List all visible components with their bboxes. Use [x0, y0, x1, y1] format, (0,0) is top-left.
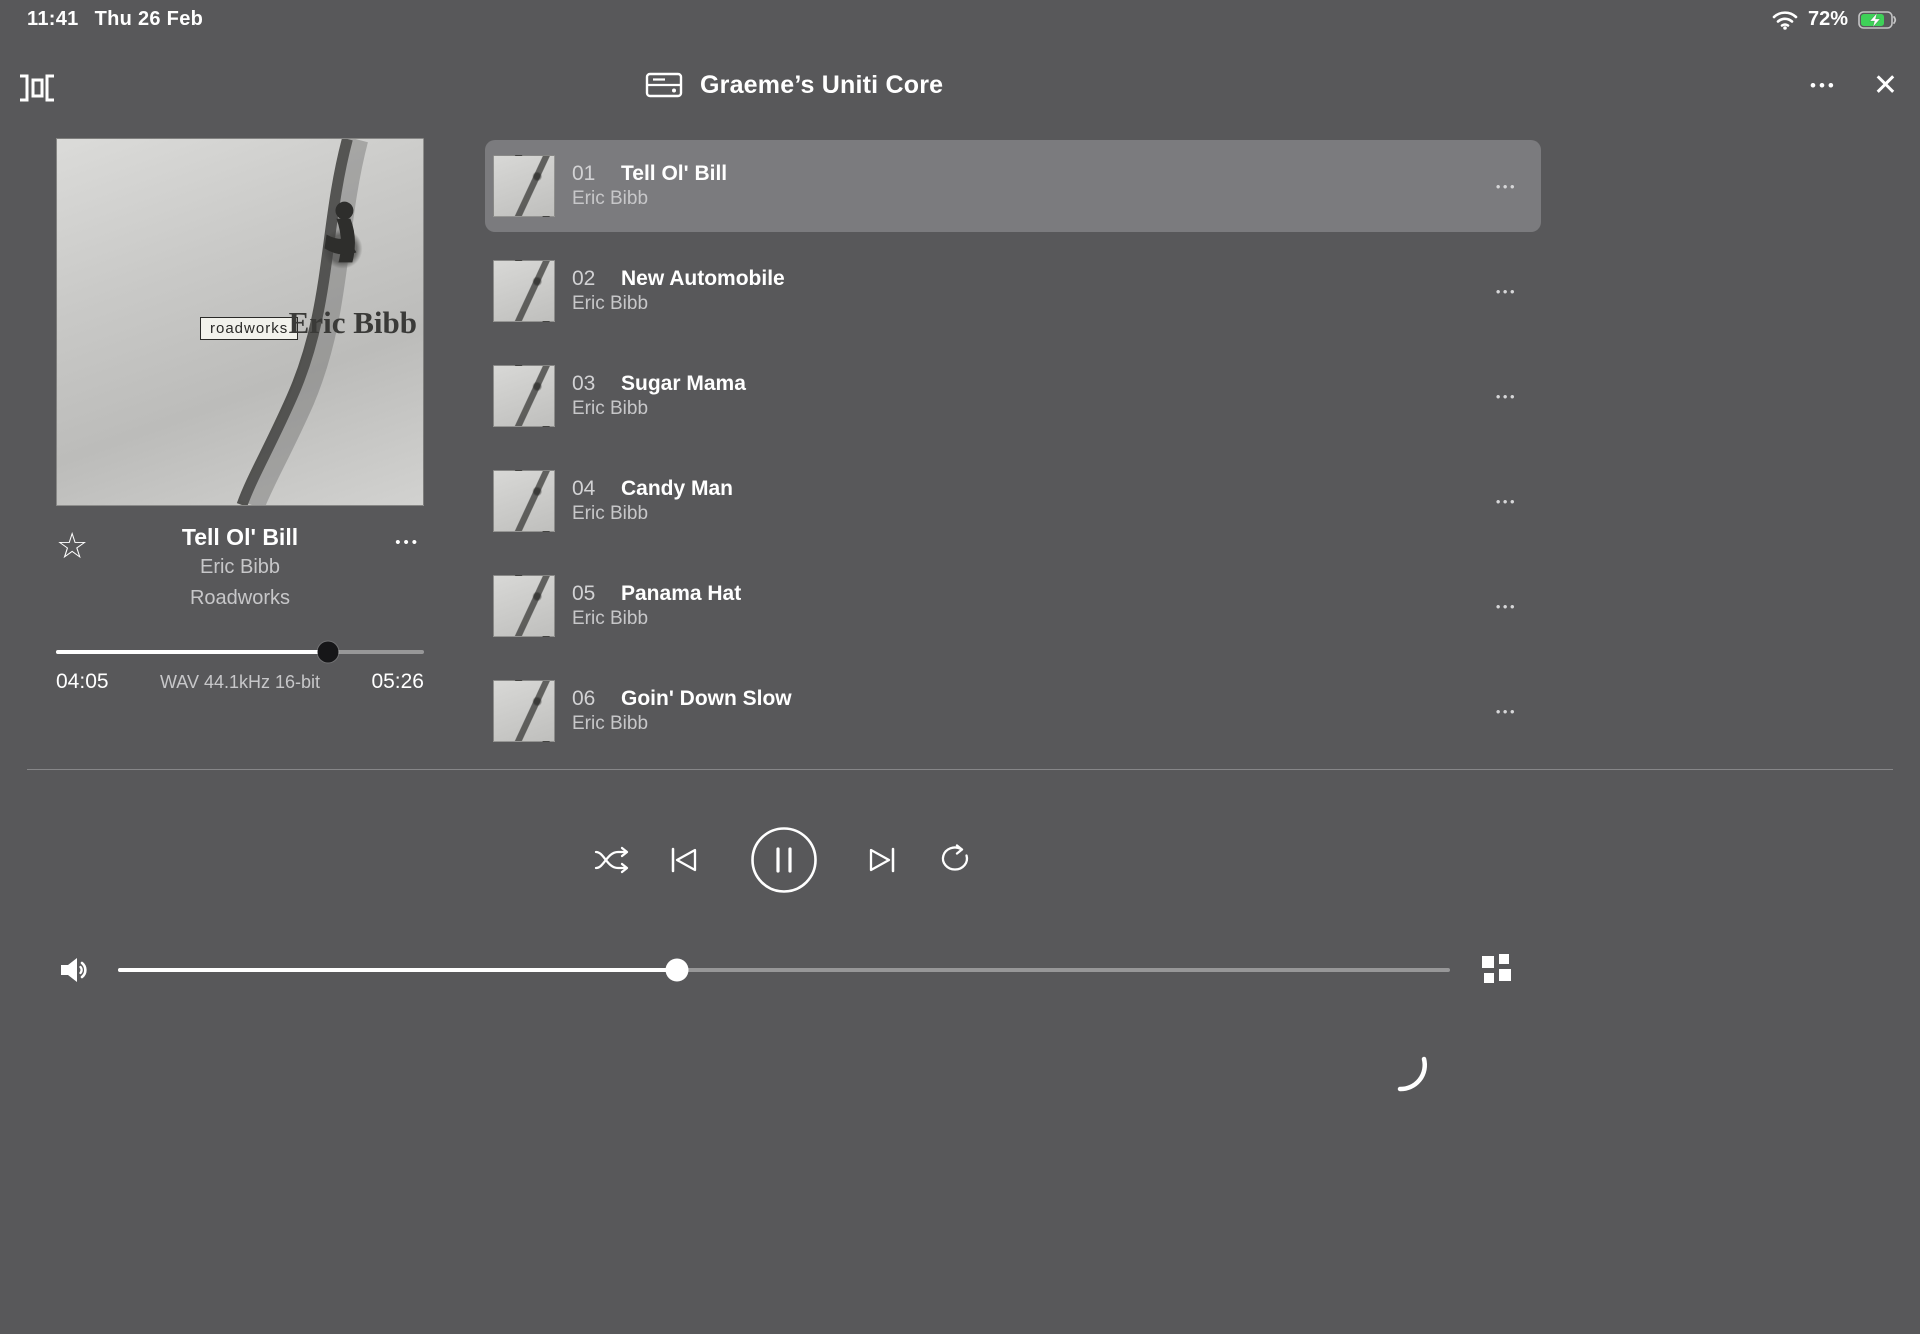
track-text: 01 Tell Ol' Bill Eric Bibb	[572, 162, 727, 210]
album-art-label: roadworks	[200, 317, 298, 340]
header-more-button[interactable]: •••	[1810, 66, 1837, 106]
track-text: 04 Candy Man Eric Bibb	[572, 477, 733, 525]
track-text: 05 Panama Hat Eric Bibb	[572, 582, 741, 630]
now-playing-text: Tell Ol' Bill Eric Bibb Roadworks	[56, 522, 424, 614]
track-title: New Automobile	[621, 267, 785, 291]
favorite-star-icon[interactable]: ☆	[56, 528, 88, 564]
pause-button[interactable]	[750, 826, 818, 894]
audio-format: WAV 44.1kHz 16-bit	[56, 672, 424, 693]
track-row[interactable]: 02 New Automobile Eric Bibb •••	[485, 245, 1541, 337]
album-art-artist: Eric Bibb	[289, 305, 417, 341]
track-text: 03 Sugar Mama Eric Bibb	[572, 372, 746, 420]
wifi-icon	[1772, 10, 1798, 30]
track-row[interactable]: 06 Goin' Down Slow Eric Bibb •••	[485, 665, 1541, 757]
server-icon	[644, 68, 684, 102]
total-time: 05:26	[371, 670, 424, 694]
track-row[interactable]: 03 Sugar Mama Eric Bibb •••	[485, 350, 1541, 442]
shuffle-icon[interactable]	[593, 845, 631, 875]
status-left: 11:41 Thu 26 Feb	[27, 8, 203, 31]
queue-list: 01 Tell Ol' Bill Eric Bibb ••• 02 New Au…	[485, 140, 1541, 770]
track-row[interactable]: 05 Panama Hat Eric Bibb •••	[485, 560, 1541, 652]
track-number: 06	[572, 687, 621, 711]
track-row[interactable]: 01 Tell Ol' Bill Eric Bibb •••	[485, 140, 1541, 232]
track-more-button[interactable]: •••	[1496, 284, 1517, 299]
battery-percent: 72%	[1808, 8, 1848, 31]
track-artist: Eric Bibb	[572, 293, 785, 315]
queue-icon[interactable]	[16, 72, 58, 104]
status-bar: 11:41 Thu 26 Feb 72%	[0, 8, 1920, 40]
track-thumbnail	[493, 575, 555, 637]
track-title: Goin' Down Slow	[621, 687, 792, 711]
track-more-button[interactable]: •••	[1496, 494, 1517, 509]
track-title: Candy Man	[621, 477, 733, 501]
track-progress-fill	[56, 650, 328, 654]
track-row[interactable]: 04 Candy Man Eric Bibb •••	[485, 455, 1541, 547]
track-more-button[interactable]: •••	[1496, 179, 1517, 194]
close-icon[interactable]: ✕	[1873, 66, 1898, 106]
track-more-button[interactable]: •••	[1496, 599, 1517, 614]
divider	[27, 769, 1893, 770]
header-title-group: Graeme’s Uniti Core	[644, 68, 943, 102]
track-number: 05	[572, 582, 621, 606]
rooms-grid-icon[interactable]	[1480, 952, 1514, 986]
repeat-icon[interactable]	[937, 844, 973, 876]
battery-charging-icon	[1858, 10, 1898, 30]
track-thumbnail	[493, 365, 555, 427]
home-indicator-strip	[0, 1334, 1920, 1341]
now-playing-meta: ☆ ••• Tell Ol' Bill Eric Bibb Roadworks	[56, 522, 424, 628]
now-playing-title: Tell Ol' Bill	[100, 522, 380, 552]
now-playing-artist: Eric Bibb	[100, 552, 380, 583]
track-title: Panama Hat	[621, 582, 741, 606]
track-artist: Eric Bibb	[572, 608, 741, 630]
track-artist: Eric Bibb	[572, 188, 727, 210]
time-row: 04:05 WAV 44.1kHz 16-bit 05:26	[56, 670, 424, 696]
spinner-arc-icon	[1390, 1051, 1434, 1095]
track-artist: Eric Bibb	[572, 713, 792, 735]
track-progress-slider[interactable]	[56, 650, 424, 654]
track-more-button[interactable]: •••	[1496, 704, 1517, 719]
clock-date: Thu 26 Feb	[95, 8, 204, 31]
track-number: 04	[572, 477, 621, 501]
track-title: Sugar Mama	[621, 372, 746, 396]
track-thumbnail	[493, 155, 555, 217]
volume-fill	[118, 968, 677, 972]
track-thumbnail	[493, 470, 555, 532]
volume-knob[interactable]	[666, 959, 689, 982]
now-playing-more-button[interactable]: •••	[395, 534, 420, 551]
previous-track-icon[interactable]	[667, 845, 701, 875]
track-thumbnail	[493, 680, 555, 742]
track-number: 03	[572, 372, 621, 396]
now-playing-pane: roadworks Eric Bibb ☆ ••• Tell Ol' Bill …	[56, 138, 424, 696]
device-title: Graeme’s Uniti Core	[700, 71, 943, 100]
volume-icon[interactable]	[58, 954, 96, 986]
album-art: roadworks Eric Bibb	[56, 138, 424, 506]
track-artist: Eric Bibb	[572, 398, 746, 420]
header: Graeme’s Uniti Core ••• ✕	[0, 62, 1920, 114]
transport-controls	[0, 818, 1920, 902]
track-number: 01	[572, 162, 621, 186]
track-text: 06 Goin' Down Slow Eric Bibb	[572, 687, 792, 735]
header-actions: ••• ✕	[1810, 66, 1898, 106]
volume-row	[0, 940, 1920, 1000]
now-playing-album: Roadworks	[100, 583, 380, 614]
track-text: 02 New Automobile Eric Bibb	[572, 267, 785, 315]
track-number: 02	[572, 267, 621, 291]
volume-slider[interactable]	[118, 968, 1450, 972]
track-thumbnail	[493, 260, 555, 322]
status-right: 72%	[1772, 8, 1898, 31]
clock-time: 11:41	[27, 8, 79, 31]
track-title: Tell Ol' Bill	[621, 162, 727, 186]
next-track-icon[interactable]	[865, 845, 899, 875]
music-player-screen: 11:41 Thu 26 Feb 72%	[0, 0, 1920, 1341]
track-more-button[interactable]: •••	[1496, 389, 1517, 404]
track-artist: Eric Bibb	[572, 503, 733, 525]
track-progress-knob[interactable]	[318, 642, 339, 663]
